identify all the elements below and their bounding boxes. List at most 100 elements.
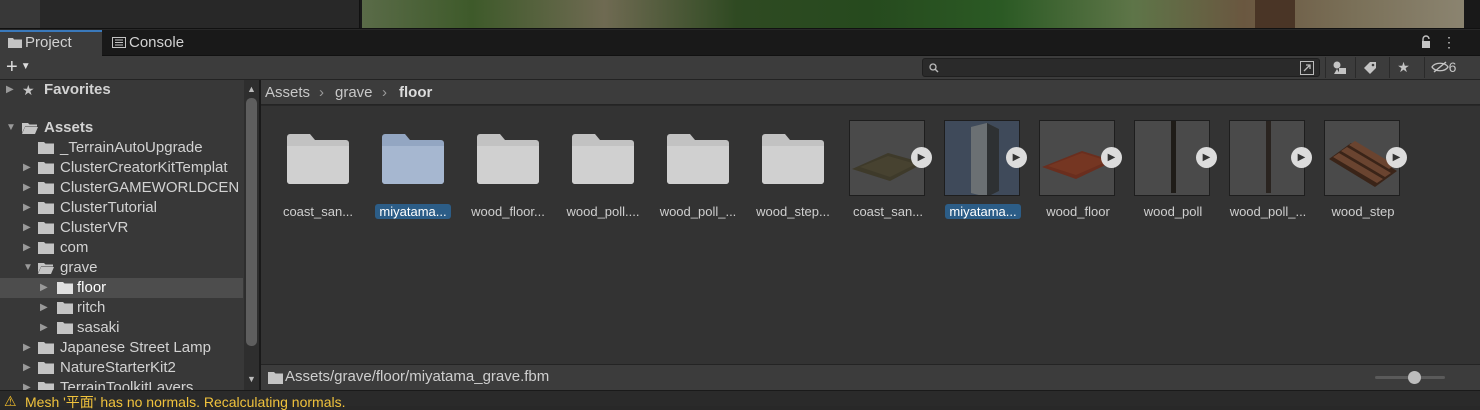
asset-mesh[interactable]: ▶ wood_step xyxy=(1318,120,1408,220)
tree-item-label: Japanese Street Lamp xyxy=(60,339,211,356)
asset-folder-selected[interactable]: miyatama... xyxy=(368,120,458,220)
tree-item-label: ritch xyxy=(77,299,106,316)
asset-label: wood_poll_... xyxy=(1229,204,1307,219)
icon-size-slider-thumb[interactable] xyxy=(1408,371,1421,384)
search-input[interactable] xyxy=(941,60,1291,75)
expand-arrow-icon[interactable]: ▶ xyxy=(23,243,33,253)
scene-viewport[interactable] xyxy=(362,0,1464,28)
kebab-menu-icon[interactable]: ⋮ xyxy=(1442,34,1456,50)
tree-item[interactable]: ▶ ClusterTutorial xyxy=(0,198,243,218)
collapse-arrow-icon[interactable]: ▼ xyxy=(6,123,16,133)
tab-project[interactable]: Project xyxy=(0,30,102,56)
search-by-label-icon[interactable] xyxy=(1355,57,1383,78)
play-preview-icon[interactable]: ▶ xyxy=(1291,147,1312,168)
asset-label: miyatama... xyxy=(375,204,451,219)
tree-item[interactable]: ▶ NatureStarterKit2 xyxy=(0,358,243,378)
folder-icon xyxy=(38,182,54,194)
tree-item[interactable]: ▶ sasaki xyxy=(0,318,243,338)
tree-item[interactable]: ▶ Japanese Street Lamp xyxy=(0,338,243,358)
search-field[interactable] xyxy=(922,58,1320,77)
tree-item[interactable]: ▶ ClusterVR xyxy=(0,218,243,238)
play-preview-icon[interactable]: ▶ xyxy=(1196,147,1217,168)
asset-mesh[interactable]: ▶ coast_san... xyxy=(843,120,933,220)
expand-arrow-icon[interactable]: ▶ xyxy=(40,323,50,333)
asset-mesh[interactable]: ▶ wood_poll xyxy=(1128,120,1218,220)
chevron-right-icon: › xyxy=(319,84,324,101)
tree-item[interactable]: _TerrainAutoUpgrade xyxy=(0,138,243,158)
expand-arrow-icon[interactable]: ▶ xyxy=(40,283,50,293)
expand-arrow-icon[interactable]: ▶ xyxy=(23,163,33,173)
folder-icon xyxy=(38,222,54,234)
tree-item-label: grave xyxy=(60,259,98,276)
tree-favorites-label: Favorites xyxy=(44,81,111,98)
expand-arrow-icon[interactable]: ▶ xyxy=(6,85,16,95)
tree-item[interactable]: ▶ ritch xyxy=(0,298,243,318)
tree-item[interactable]: ▶ com xyxy=(0,238,243,258)
expand-arrow-icon[interactable]: ▶ xyxy=(40,303,50,313)
play-preview-icon[interactable]: ▶ xyxy=(1006,147,1027,168)
play-preview-icon[interactable]: ▶ xyxy=(1386,147,1407,168)
expand-arrow-icon[interactable]: ▶ xyxy=(23,383,33,391)
tree-item-label: NatureStarterKit2 xyxy=(60,359,176,376)
tab-console[interactable]: Console xyxy=(104,30,214,56)
tree-assets-label: Assets xyxy=(44,119,94,136)
asset-folder[interactable]: wood_step... xyxy=(748,120,838,220)
collapse-arrow-icon[interactable]: ▼ xyxy=(23,263,33,273)
asset-mesh[interactable]: ▶ wood_poll_... xyxy=(1223,120,1313,220)
chevron-right-icon: › xyxy=(382,84,387,101)
star-icon: ★ xyxy=(22,82,35,98)
breadcrumb-assets[interactable]: Assets xyxy=(265,80,310,105)
folder-icon xyxy=(38,142,54,154)
favorite-star-icon[interactable]: ★ xyxy=(1389,57,1417,78)
tree-item[interactable]: ▼ grave xyxy=(0,258,243,278)
lock-icon[interactable] xyxy=(1421,35,1431,49)
add-asset-button[interactable]: + ▼ xyxy=(6,57,40,79)
tree-item-label: floor xyxy=(77,279,107,296)
selected-path: Assets/grave/floor/miyatama_grave.fbm xyxy=(285,368,550,385)
folder-icon xyxy=(8,38,22,48)
asset-folder[interactable]: coast_san... xyxy=(273,120,363,220)
tree-scrollbar-thumb[interactable] xyxy=(246,98,257,346)
folder-open-icon xyxy=(22,123,38,134)
asset-mesh[interactable]: ▶ wood_floor xyxy=(1033,120,1123,220)
expand-arrow-icon[interactable]: ▶ xyxy=(23,343,33,353)
folder-icon xyxy=(38,342,54,354)
folder-icon xyxy=(667,134,729,184)
search-by-type-icon[interactable] xyxy=(1325,57,1353,78)
expand-arrow-icon[interactable]: ▶ xyxy=(23,223,33,233)
asset-folder[interactable]: wood_floor... xyxy=(463,120,553,220)
asset-label: wood_floor... xyxy=(471,204,545,219)
asset-folder[interactable]: wood_poll.... xyxy=(558,120,648,220)
scroll-up-icon[interactable]: ▲ xyxy=(247,84,256,94)
folder-icon xyxy=(57,322,73,334)
console-icon xyxy=(112,37,126,48)
search-scope-icon[interactable] xyxy=(1299,60,1315,76)
tree-favorites[interactable]: ▶ ★ Favorites xyxy=(0,80,243,100)
hidden-packages-toggle[interactable]: 6 xyxy=(1424,57,1462,78)
scroll-down-icon[interactable]: ▼ xyxy=(247,374,256,384)
scene-tree-trunk xyxy=(1255,0,1295,28)
folder-icon xyxy=(762,134,824,184)
grid-scrollbar[interactable] xyxy=(1465,106,1480,364)
breadcrumb-grave[interactable]: grave xyxy=(335,80,373,105)
tree-item-selected[interactable]: ▶ floor xyxy=(0,278,243,298)
breadcrumb-floor[interactable]: floor xyxy=(399,80,432,105)
tree-item[interactable]: ▶ ClusterGAMEWORLDCEN xyxy=(0,178,243,198)
tree-item-label: _TerrainAutoUpgrade xyxy=(60,139,203,156)
asset-folder[interactable]: wood_poll_... xyxy=(653,120,743,220)
tree-item-label: ClusterTutorial xyxy=(60,199,157,216)
tree-item[interactable]: ▶ TerrainToolkitLayers xyxy=(0,378,243,390)
expand-arrow-icon[interactable]: ▶ xyxy=(23,203,33,213)
expand-arrow-icon[interactable]: ▶ xyxy=(23,363,33,373)
play-preview-icon[interactable]: ▶ xyxy=(1101,147,1122,168)
inspector-panel-edge xyxy=(40,0,360,28)
folder-icon xyxy=(57,282,73,294)
tree-item[interactable]: ▶ ClusterCreatorKitTemplat xyxy=(0,158,243,178)
folder-icon xyxy=(268,372,283,384)
tree-item-label: sasaki xyxy=(77,319,120,336)
console-message[interactable]: Mesh '平面' has no normals. Recalculating … xyxy=(25,394,345,410)
tree-assets[interactable]: ▼ Assets xyxy=(0,118,243,138)
asset-mesh-selected[interactable]: ▶ miyatama... xyxy=(938,120,1028,220)
expand-arrow-icon[interactable]: ▶ xyxy=(23,183,33,193)
play-preview-icon[interactable]: ▶ xyxy=(911,147,932,168)
